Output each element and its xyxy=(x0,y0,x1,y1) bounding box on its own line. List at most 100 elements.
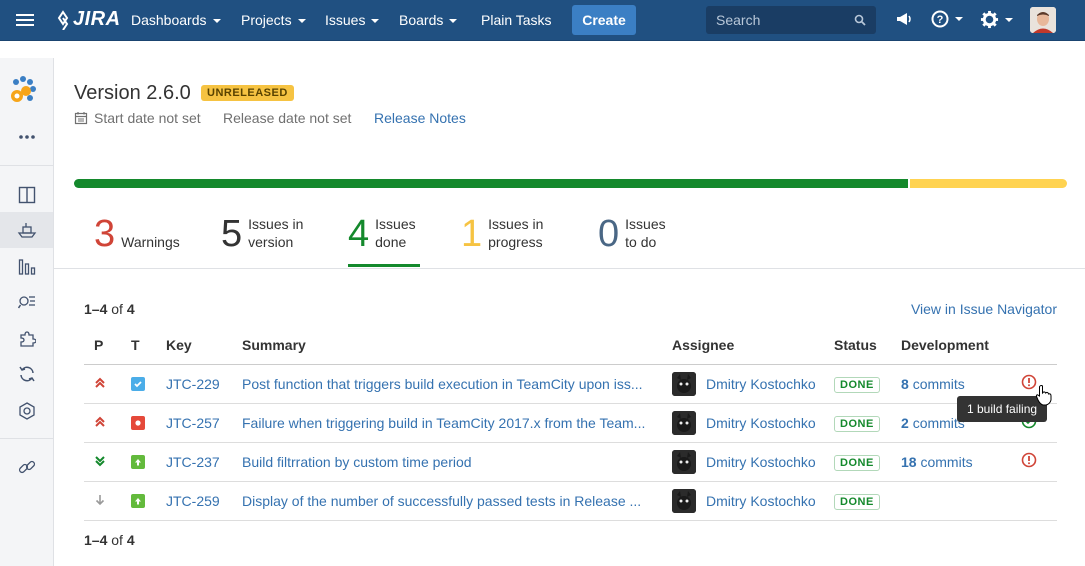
start-date: Start date not set xyxy=(74,110,201,126)
help-menu[interactable]: ? xyxy=(931,10,963,28)
key-cell: JTC-229 xyxy=(156,364,232,404)
assignee-link[interactable]: Dmitry Kostochko xyxy=(672,410,828,435)
project-avatar-icon[interactable] xyxy=(6,72,40,106)
top-navigation-bar: JIRA Dashboards Projects Issues Boards P… xyxy=(0,0,1085,41)
table-row[interactable]: JTC-259 Display of the number of success… xyxy=(84,481,1057,521)
table-row[interactable]: JTC-229 Post function that triggers buil… xyxy=(84,364,1057,404)
stat-issues-to-do[interactable]: 0 Issues to do xyxy=(598,215,675,253)
low-priority-icon xyxy=(95,494,105,505)
assignee-link[interactable]: Dmitry Kostochko xyxy=(672,371,828,396)
result-count-bottom: 1–4 of 4 xyxy=(84,532,135,548)
development-cell: 18 commits xyxy=(891,442,1021,482)
add-ons-puzzle-icon[interactable] xyxy=(16,328,38,350)
active-stat-underline xyxy=(348,264,420,267)
search-icon[interactable] xyxy=(854,14,866,26)
releases-ship-icon[interactable] xyxy=(16,219,38,241)
range-text: 1–4 xyxy=(84,301,108,317)
stat-number: 4 xyxy=(348,213,370,255)
create-button[interactable]: Create xyxy=(572,5,636,35)
stat-label: Issues done xyxy=(375,216,416,250)
status-lozenge: DONE xyxy=(834,493,880,510)
assignee-avatar xyxy=(672,488,696,513)
range-text: 1–4 xyxy=(84,532,108,548)
status-lozenge: DONE xyxy=(834,415,880,432)
hexagon-settings-icon[interactable] xyxy=(16,400,38,422)
link-icon[interactable] xyxy=(16,456,38,478)
summary-cell: Build filtrration by custom time period xyxy=(232,442,662,482)
page-title: Version 2.6.0 xyxy=(74,82,191,104)
header-assignee[interactable]: Assignee xyxy=(662,326,828,365)
header-priority[interactable]: P xyxy=(84,326,121,365)
nav-boards-label: Boards xyxy=(399,12,444,28)
chevron-down-icon xyxy=(449,19,458,24)
issue-key-link[interactable]: JTC-259 xyxy=(166,493,220,509)
progress-in-progress-segment xyxy=(910,179,1067,188)
start-date-text: Start date not set xyxy=(94,110,201,126)
issue-key-link[interactable]: JTC-229 xyxy=(166,376,220,392)
header-type[interactable]: T xyxy=(121,326,156,365)
stat-issues-done[interactable]: 4 Issues done xyxy=(348,215,425,253)
stat-warnings[interactable]: 3 Warnings xyxy=(94,215,180,253)
highest-priority-icon xyxy=(95,377,105,388)
assignee-link[interactable]: Dmitry Kostochko xyxy=(672,449,828,474)
assignee-link[interactable]: Dmitry Kostochko xyxy=(672,488,828,513)
issue-key-link[interactable]: JTC-237 xyxy=(166,454,220,470)
sidebar-divider xyxy=(0,165,53,166)
commits-link[interactable]: 18 commits xyxy=(901,454,973,470)
type-cell xyxy=(121,403,156,443)
header-key[interactable]: Key xyxy=(156,326,232,365)
commits-link[interactable]: 8 commits xyxy=(901,376,965,392)
header-summary[interactable]: Summary xyxy=(232,326,662,365)
build-failing-icon[interactable] xyxy=(1021,452,1037,468)
summary-cell: Display of the number of successfully pa… xyxy=(232,481,662,521)
nav-issues[interactable]: Issues xyxy=(325,0,380,40)
issue-summary-link[interactable]: Display of the number of successfully pa… xyxy=(242,493,656,509)
nav-boards[interactable]: Boards xyxy=(399,0,458,40)
status-lozenge: DONE xyxy=(834,376,880,393)
svg-text:?: ? xyxy=(937,14,944,26)
header-development[interactable]: Development xyxy=(891,326,1021,365)
stat-label: Warnings xyxy=(121,234,180,250)
summary-cell: Post function that triggers build execut… xyxy=(232,364,662,404)
issue-summary-link[interactable]: Post function that triggers build execut… xyxy=(242,376,656,392)
settings-menu[interactable] xyxy=(980,10,1013,29)
nav-projects[interactable]: Projects xyxy=(241,0,306,40)
stat-label: Issues to do xyxy=(625,216,666,250)
jira-logo[interactable]: JIRA xyxy=(54,8,121,31)
issue-key-link[interactable]: JTC-257 xyxy=(166,415,220,431)
task-icon xyxy=(131,376,145,391)
view-in-issue-navigator-link[interactable]: View in Issue Navigator xyxy=(911,301,1057,317)
search-box xyxy=(706,6,876,34)
assignee-avatar xyxy=(672,371,696,396)
menu-hamburger-icon[interactable] xyxy=(14,11,36,30)
table-row[interactable]: JTC-257 Failure when triggering build in… xyxy=(84,403,1057,443)
assignee-name: Dmitry Kostochko xyxy=(706,453,816,470)
feedback-megaphone-icon[interactable] xyxy=(895,10,913,28)
project-sidebar xyxy=(0,58,54,566)
table-row[interactable]: JTC-237 Build filtrration by custom time… xyxy=(84,442,1057,482)
issue-summary-link[interactable]: Failure when triggering build in TeamCit… xyxy=(242,415,656,431)
header-status[interactable]: Status xyxy=(828,326,891,365)
issues-table: P T Key Summary Assignee Status Developm… xyxy=(84,326,1057,521)
sync-icon[interactable] xyxy=(16,363,38,385)
nav-dashboards[interactable]: Dashboards xyxy=(131,0,221,40)
chevron-down-icon xyxy=(212,19,221,24)
issue-search-icon[interactable] xyxy=(16,291,38,313)
nav-plain-tasks[interactable]: Plain Tasks xyxy=(481,0,552,40)
total-text: 4 xyxy=(126,532,135,548)
commits-link[interactable]: 2 commits xyxy=(901,415,965,431)
logo-text: JIRA xyxy=(73,8,121,30)
stat-issues-in-version[interactable]: 5 Issues in version xyxy=(221,215,312,253)
table-header-row: P T Key Summary Assignee Status Developm… xyxy=(84,326,1057,365)
user-avatar[interactable] xyxy=(1030,7,1056,33)
release-notes-link[interactable]: Release Notes xyxy=(374,110,466,126)
stat-issues-in-progress[interactable]: 1 Issues in progress xyxy=(461,215,568,253)
priority-cell xyxy=(84,364,121,404)
hand-pointer-cursor-icon xyxy=(1035,385,1052,406)
reports-icon[interactable] xyxy=(16,256,38,278)
issue-summary-link[interactable]: Build filtrration by custom time period xyxy=(242,454,656,470)
search-input[interactable] xyxy=(706,6,846,34)
more-options-icon[interactable] xyxy=(16,126,38,148)
stat-number: 3 xyxy=(94,213,116,255)
board-icon[interactable] xyxy=(16,184,38,206)
